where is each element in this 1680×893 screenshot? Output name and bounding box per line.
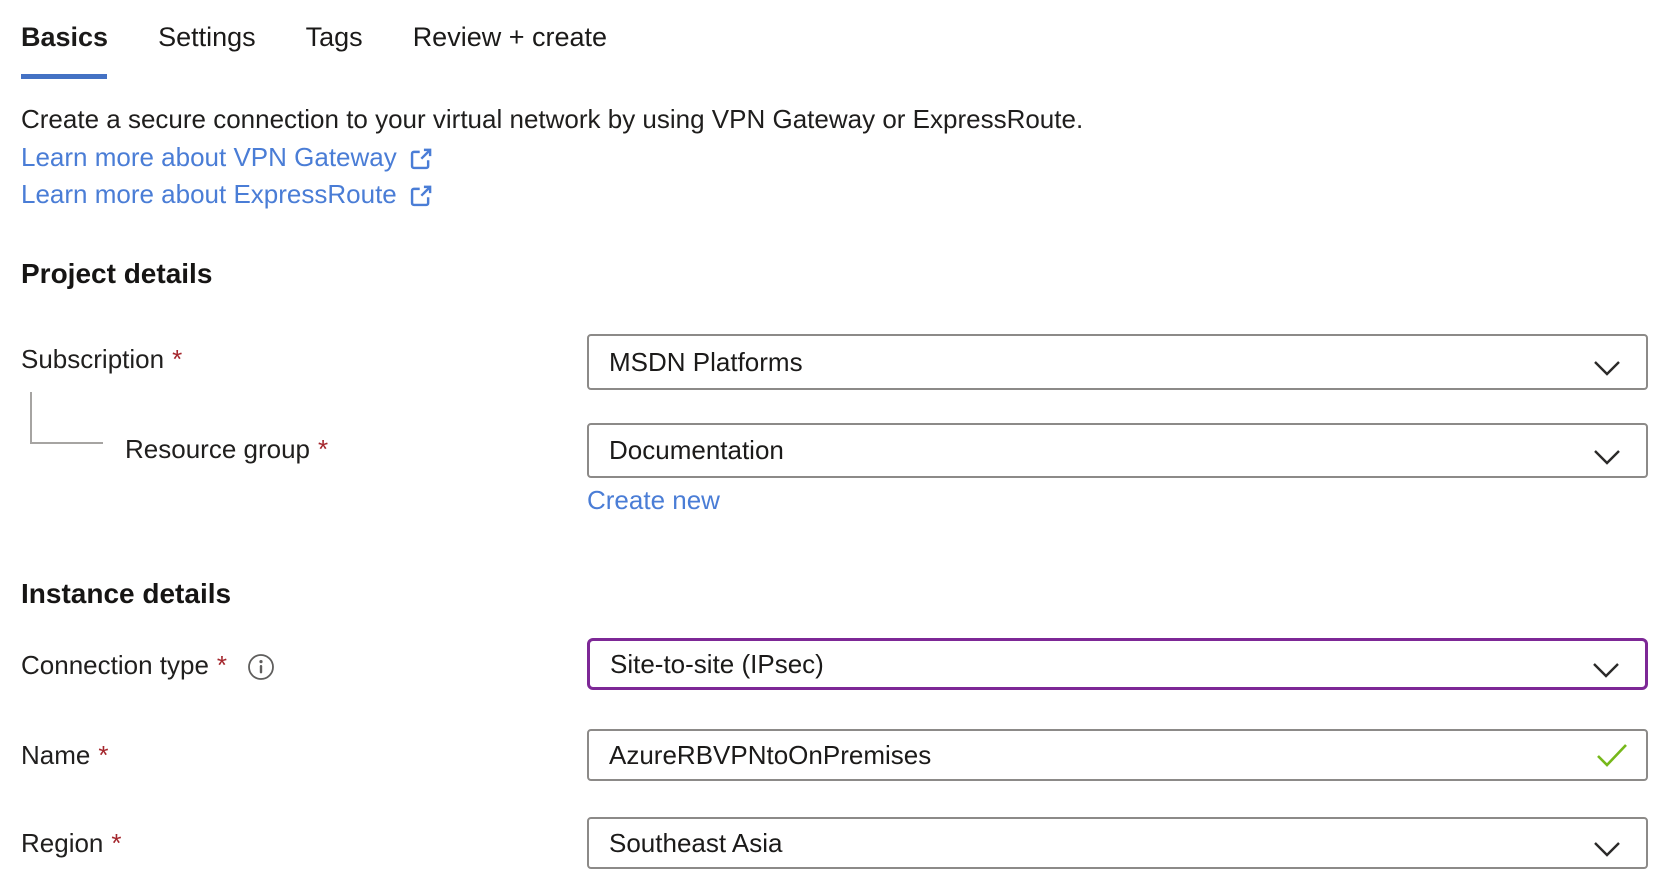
required-asterisk: * [318, 434, 328, 465]
subscription-resource-connector-horizontal [30, 442, 103, 444]
learn-more-expressroute-link[interactable]: Learn more about ExpressRoute [21, 179, 434, 210]
subscription-label-text: Subscription [21, 344, 164, 375]
project-details-heading: Project details [21, 258, 212, 290]
tab-strip: Basics Settings Tags Review + create [21, 22, 607, 53]
chevron-down-icon [1591, 655, 1621, 673]
instance-details-heading: Instance details [21, 578, 231, 610]
connection-type-value: Site-to-site (IPsec) [610, 649, 1591, 680]
required-asterisk: * [98, 740, 108, 771]
active-tab-underline [21, 74, 107, 79]
subscription-label: Subscription * [21, 344, 182, 375]
valid-check-icon [1595, 742, 1629, 768]
name-label-text: Name [21, 740, 90, 771]
create-new-resource-group-link[interactable]: Create new [587, 485, 720, 516]
info-icon[interactable] [247, 653, 275, 681]
chevron-down-icon [1592, 442, 1622, 460]
name-label: Name * [21, 740, 108, 771]
learn-more-vpn-gateway-link[interactable]: Learn more about VPN Gateway [21, 142, 434, 173]
external-link-icon [408, 146, 434, 172]
connection-type-label-text: Connection type [21, 650, 209, 681]
chevron-down-icon [1592, 353, 1622, 371]
learn-more-expressroute-label: Learn more about ExpressRoute [21, 179, 397, 210]
resource-group-value: Documentation [609, 435, 1592, 466]
tab-tags[interactable]: Tags [306, 22, 363, 53]
region-label-text: Region [21, 828, 103, 859]
create-connection-basics-page: Basics Settings Tags Review + create Cre… [0, 0, 1680, 893]
connection-type-dropdown[interactable]: Site-to-site (IPsec) [587, 638, 1648, 690]
region-value: Southeast Asia [609, 828, 1592, 859]
learn-more-vpn-gateway-label: Learn more about VPN Gateway [21, 142, 397, 173]
external-link-icon [408, 183, 434, 209]
required-asterisk: * [217, 650, 227, 681]
tab-review-create[interactable]: Review + create [413, 22, 607, 53]
required-asterisk: * [111, 828, 121, 859]
resource-group-dropdown[interactable]: Documentation [587, 423, 1648, 478]
region-label: Region * [21, 828, 122, 859]
name-input[interactable] [587, 729, 1648, 781]
tab-basics[interactable]: Basics [21, 22, 108, 53]
subscription-resource-connector-vertical [30, 392, 32, 444]
required-asterisk: * [172, 344, 182, 375]
subscription-value: MSDN Platforms [609, 347, 1592, 378]
region-dropdown[interactable]: Southeast Asia [587, 817, 1648, 869]
resource-group-label: Resource group * [125, 434, 328, 465]
connection-type-label: Connection type * [21, 650, 275, 681]
tab-settings[interactable]: Settings [158, 22, 256, 53]
resource-group-label-text: Resource group [125, 434, 310, 465]
chevron-down-icon [1592, 834, 1622, 852]
page-description: Create a secure connection to your virtu… [21, 104, 1083, 135]
subscription-dropdown[interactable]: MSDN Platforms [587, 334, 1648, 390]
